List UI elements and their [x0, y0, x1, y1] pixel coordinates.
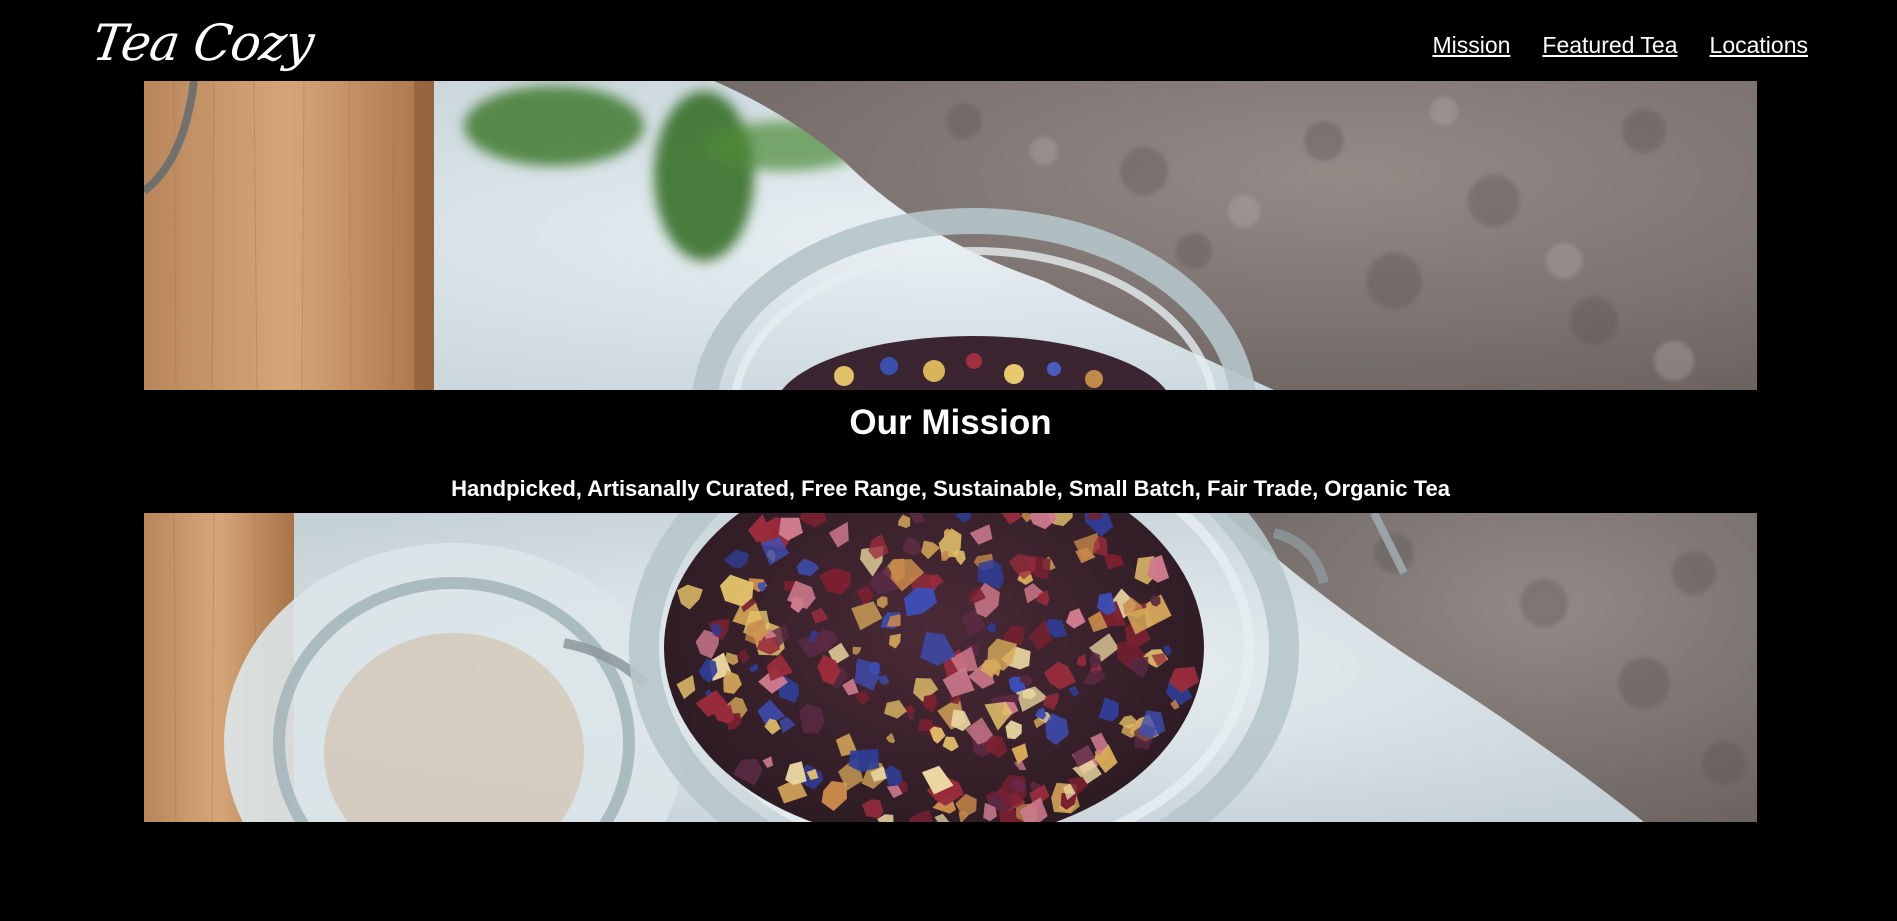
- mission-title: Our Mission: [849, 403, 1052, 442]
- nav-link-mission[interactable]: Mission: [1432, 31, 1510, 59]
- nav-link-locations[interactable]: Locations: [1710, 31, 1808, 59]
- main-nav: Mission Featured Tea Locations: [1432, 31, 1808, 59]
- hero-image-bottom: [144, 513, 1757, 822]
- logo[interactable]: Tea Cozy: [88, 8, 318, 78]
- hero-image-top: [144, 81, 1757, 390]
- page: Tea Cozy Mission Featured Tea Locations: [0, 0, 1897, 921]
- site-header: Tea Cozy Mission Featured Tea Locations: [0, 0, 1897, 81]
- mission-section: Our Mission Handpicked, Artisanally Cura…: [144, 81, 1757, 823]
- nav-link-featured-tea[interactable]: Featured Tea: [1542, 31, 1677, 59]
- mission-subtitle: Handpicked, Artisanally Curated, Free Ra…: [451, 476, 1450, 501]
